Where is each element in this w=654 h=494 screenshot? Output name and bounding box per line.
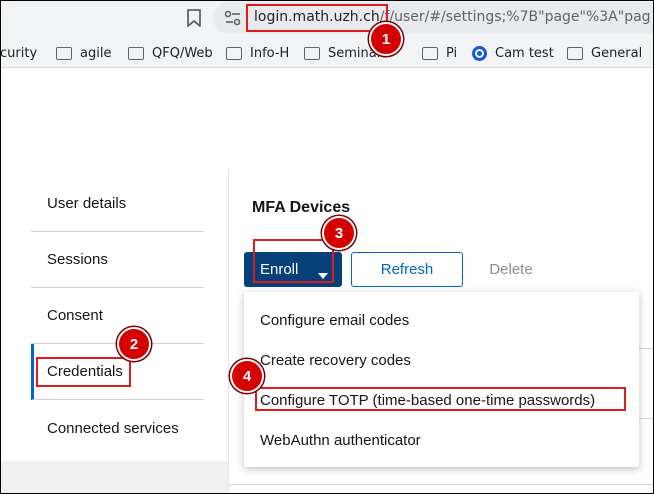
- bookmark-cam-test[interactable]: Cam test: [472, 44, 554, 62]
- sidebar-item-consent[interactable]: Consent: [31, 288, 204, 344]
- menu-item-label: WebAuthn authenticator: [260, 431, 421, 449]
- bookmark-label: Cam test: [495, 45, 554, 61]
- bookmarks-bar: ecurity agile QFQ/Web Info-H Seminar Pi …: [0, 38, 654, 68]
- step-badge-2: 2: [117, 327, 151, 361]
- bookmark-label: Pi: [446, 45, 458, 61]
- folder-icon: [226, 46, 242, 60]
- sidebar-item-user-details[interactable]: User details: [31, 176, 204, 232]
- bookmark-qfq-web[interactable]: QFQ/Web: [128, 44, 213, 62]
- delete-button[interactable]: Delete: [471, 252, 551, 287]
- highlight-credentials: [36, 357, 131, 387]
- folder-icon: [56, 46, 72, 60]
- bookmark-icon[interactable]: [186, 8, 202, 28]
- menu-item-webauthn[interactable]: WebAuthn authenticator: [244, 420, 639, 460]
- divider: [639, 418, 654, 419]
- site-settings-icon[interactable]: [224, 10, 242, 26]
- sidebar-item-sessions[interactable]: Sessions: [31, 232, 204, 288]
- delete-label: Delete: [489, 261, 533, 278]
- sidebar-item-label: Consent: [47, 307, 103, 324]
- folder-icon: [422, 46, 438, 60]
- bookmark-label: ecurity: [0, 45, 38, 61]
- sidebar-item-connected-services[interactable]: Connected services: [31, 400, 204, 456]
- url-path: /f/user/#/settings;%7B"page"%3A"pag: [379, 9, 651, 25]
- sidebar-item-label: User details: [47, 195, 127, 212]
- folder-icon: [128, 46, 144, 60]
- step-badge-1: 1: [369, 22, 403, 56]
- bookmark-general[interactable]: General: [567, 44, 642, 62]
- divider: [228, 484, 654, 485]
- highlight-totp: [255, 387, 626, 411]
- sidebar-item-label: Sessions: [47, 251, 108, 268]
- menu-item-email-codes[interactable]: Configure email codes: [244, 300, 639, 340]
- menu-item-label: Create recovery codes: [260, 351, 411, 369]
- menu-item-label: Configure email codes: [260, 311, 410, 329]
- step-badge-4: 4: [230, 359, 264, 393]
- divider: [639, 348, 654, 349]
- highlight-enroll: [253, 239, 334, 283]
- highlight-url: [246, 4, 388, 32]
- step-badge-3: 3: [322, 216, 356, 250]
- sidebar-item-label: Connected services: [47, 419, 179, 437]
- bookmark-info-h[interactable]: Info-H: [226, 44, 289, 62]
- menu-item-recovery-codes[interactable]: Create recovery codes: [244, 340, 639, 380]
- bookmark-label: Info-H: [250, 45, 290, 61]
- bookmark-label: agile: [80, 45, 112, 61]
- bookmark-security[interactable]: ecurity: [0, 44, 37, 62]
- bookmark-agile[interactable]: agile: [56, 44, 111, 62]
- bookmark-pi[interactable]: Pi: [422, 44, 457, 62]
- refresh-label: Refresh: [380, 261, 434, 278]
- bookmark-label: General: [591, 45, 643, 61]
- enroll-dropdown-menu: Configure email codes Create recovery co…: [244, 292, 639, 467]
- cam-icon: [472, 45, 487, 61]
- folder-icon: [304, 46, 320, 60]
- folder-icon: [567, 46, 583, 60]
- bookmark-label: QFQ/Web: [152, 45, 213, 61]
- refresh-button[interactable]: Refresh: [351, 252, 463, 287]
- page-title: MFA Devices: [252, 199, 351, 216]
